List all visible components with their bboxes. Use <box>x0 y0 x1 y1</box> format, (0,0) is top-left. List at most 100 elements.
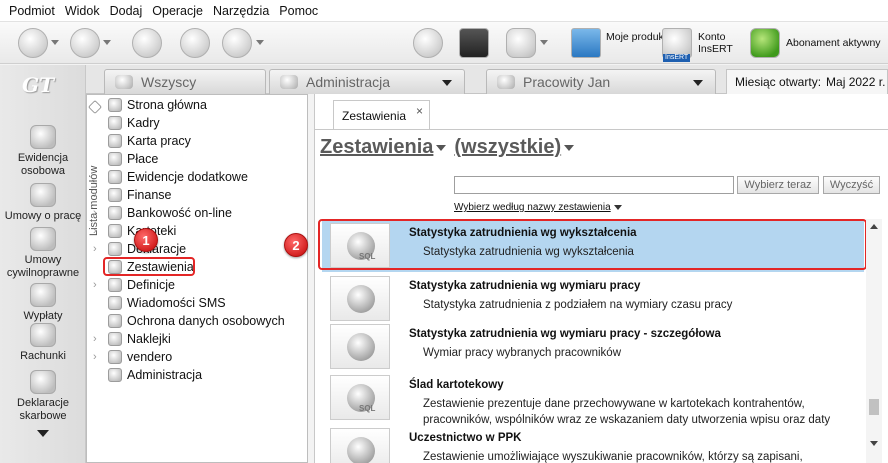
module-naklejki[interactable]: Naklejki <box>108 330 171 348</box>
chevron-down-icon[interactable] <box>51 40 59 45</box>
nav-umowy-cywilnoprawne[interactable]: Umowy cywilnoprawne <box>0 227 86 280</box>
module-vendero[interactable]: vendero <box>108 348 172 366</box>
heading-zestawienia[interactable]: Zestawienia <box>320 136 433 159</box>
tab-underline <box>314 129 888 130</box>
hr-icon <box>108 116 122 130</box>
shield-check-icon[interactable] <box>750 28 780 58</box>
report-title: Statystyka zatrudnienia wg wymiaru pracy… <box>409 328 721 340</box>
scroll-up-icon[interactable] <box>870 224 878 229</box>
wybierz-teraz-button[interactable]: Wybierz teraz <box>737 176 819 194</box>
module-place[interactable]: Płace <box>108 150 158 168</box>
toolbar: Moje produkty InsERT Konto InsERT Abonam… <box>0 22 888 64</box>
tab-pracownik[interactable]: Pracowity Jan <box>486 69 716 94</box>
vendero-icon <box>108 350 122 364</box>
report-title: Ślad kartotekowy <box>409 379 504 391</box>
chevron-down-icon[interactable] <box>693 80 703 86</box>
products-icon[interactable] <box>571 28 601 58</box>
module-definicje[interactable]: Definicje <box>108 276 175 294</box>
person-icon <box>497 75 515 89</box>
contract-civil-icon <box>30 227 56 251</box>
chevron-right-icon[interactable]: › <box>93 225 97 237</box>
tab-zestawienia[interactable]: Zestawienia × <box>333 100 430 130</box>
person-report-icon <box>330 428 390 463</box>
chevron-right-icon[interactable]: › <box>93 279 97 291</box>
globe-icon[interactable] <box>413 28 443 58</box>
close-icon[interactable]: × <box>416 104 423 118</box>
menu-pomoc[interactable]: Pomoc <box>274 4 323 18</box>
cloud-icon[interactable] <box>506 28 536 58</box>
context-tabs: Wszyscy Administracja Pracowity Jan Mies… <box>86 65 888 94</box>
menu-narzedzia[interactable]: Narzędzia <box>208 4 274 18</box>
module-administracja[interactable]: Administracja <box>108 366 202 384</box>
stamp-icon[interactable] <box>132 28 162 58</box>
scroll-down-icon[interactable] <box>870 441 878 446</box>
module-kadry[interactable]: Kadry <box>108 114 160 132</box>
module-wiadomosci-sms[interactable]: Wiadomości SMS <box>108 294 226 312</box>
module-karta-pracy[interactable]: Karta pracy <box>108 132 191 150</box>
declaration-icon <box>108 242 122 256</box>
search-input[interactable] <box>454 176 734 194</box>
scroll-thumb[interactable] <box>869 399 879 415</box>
report-row[interactable]: Uczestnictwo w PPK Zestawienie umożliwia… <box>322 424 864 463</box>
nav-ewidencja-osobowa[interactable]: Ewidencja osobowa <box>0 125 86 178</box>
report-row[interactable]: Statystyka zatrudnienia wg wymiaru pracy… <box>322 272 864 325</box>
tools-icon[interactable] <box>180 28 210 58</box>
month-indicator: Miesiąc otwarty: Maj 2022 r. <box>726 69 888 94</box>
tab-administracja[interactable]: Administracja <box>269 69 465 94</box>
module-ochrona-danych[interactable]: Ochrona danych osobowych <box>108 312 285 330</box>
highlight-selected-report <box>318 219 867 270</box>
chevron-down-icon[interactable] <box>540 40 548 45</box>
scroll-down-icon[interactable] <box>37 430 49 437</box>
menu-dodaj[interactable]: Dodaj <box>105 4 148 18</box>
chevron-down-icon[interactable] <box>442 80 452 86</box>
vertical-scrollbar[interactable] <box>866 219 882 463</box>
person-report-icon <box>330 324 390 369</box>
abonament-button[interactable]: Abonament aktywny <box>786 37 881 49</box>
module-finanse[interactable]: Finanse <box>108 186 171 204</box>
report-description: Zestawienie umożliwiające wyszukiwanie p… <box>423 451 803 463</box>
chevron-down-icon[interactable] <box>256 40 264 45</box>
sql-report-icon: SQL <box>330 375 390 420</box>
report-row[interactable]: SQL Ślad kartotekowy Zestawienie prezent… <box>322 371 864 426</box>
cube-icon[interactable] <box>459 28 489 58</box>
privacy-icon <box>108 314 122 328</box>
module-strona-glowna[interactable]: Strona główna <box>108 96 207 114</box>
tab-wszyscy[interactable]: Wszyscy <box>104 69 266 94</box>
pick-by-name-link[interactable]: Wybierz według nazwy zestawienia <box>454 202 622 213</box>
nav-deklaracje-skarbowe[interactable]: Deklaracje skarbowe <box>0 370 86 423</box>
chevron-right-icon[interactable]: › <box>93 333 97 345</box>
filter-wszystkie[interactable]: (wszystkie) <box>454 136 561 159</box>
people-icon <box>30 125 56 149</box>
left-nav: GT Ewidencja osobowa Umowy o pracę Umowy… <box>0 65 86 463</box>
report-description: Wymiar pracy wybranych pracowników <box>423 347 622 359</box>
module-bankowosc-online[interactable]: Bankowość on-line <box>108 204 232 222</box>
nav-rachunki[interactable]: Rachunki <box>0 323 86 363</box>
send-icon[interactable] <box>18 28 48 58</box>
contract-icon <box>30 183 56 207</box>
help-icon[interactable] <box>222 28 252 58</box>
menu-widok[interactable]: Widok <box>60 4 105 18</box>
chevron-right-icon[interactable]: › <box>93 207 97 219</box>
worksheet-icon <box>108 134 122 148</box>
gt-logo: GT <box>22 73 54 97</box>
annotation-badge-1: 1 <box>134 228 158 252</box>
menu-podmiot[interactable]: Podmiot <box>4 4 60 18</box>
chevron-right-icon[interactable]: › <box>93 351 97 363</box>
nav-wyplaty[interactable]: Wypłaty <box>0 283 86 323</box>
bank-icon <box>108 206 122 220</box>
chevron-right-icon[interactable]: › <box>93 243 97 255</box>
wyczysc-button[interactable]: Wyczyść <box>823 176 880 194</box>
menu-operacje[interactable]: Operacje <box>147 4 208 18</box>
chevron-down-icon[interactable] <box>103 40 111 45</box>
konto-insert-button[interactable]: Konto InsERT <box>698 31 738 55</box>
chevron-down-icon[interactable] <box>436 144 447 151</box>
page-title: Zestawienia (wszystkie) <box>320 136 582 159</box>
bills-icon <box>30 323 56 347</box>
module-ewidencje-dodatkowe[interactable]: Ewidencje dodatkowe <box>108 168 248 186</box>
nav-umowy-o-prace[interactable]: Umowy o pracę <box>0 183 86 223</box>
chevron-right-icon[interactable]: › <box>93 189 97 201</box>
report-row[interactable]: Statystyka zatrudnienia wg wymiaru pracy… <box>322 320 864 373</box>
admin-icon <box>108 368 122 382</box>
chevron-down-icon[interactable] <box>564 144 575 151</box>
mail-icon[interactable] <box>70 28 100 58</box>
